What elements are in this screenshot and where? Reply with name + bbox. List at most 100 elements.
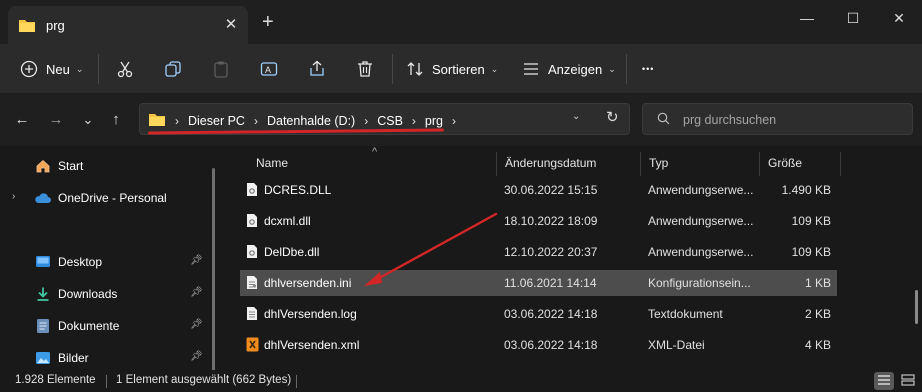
toolbar-divider [626, 54, 627, 84]
address-history-dropdown[interactable]: ⌄ [572, 111, 580, 122]
maximize-button[interactable]: ☐ [830, 4, 876, 32]
more-options-button[interactable]: ••• [642, 54, 654, 84]
recent-locations-button[interactable]: ⌄ [78, 110, 98, 130]
file-name: DCRES.DLL [264, 183, 332, 197]
download-icon [34, 285, 52, 303]
column-divider[interactable] [496, 152, 497, 176]
back-button[interactable]: ← [12, 110, 32, 130]
chevron-right-icon[interactable]: › [12, 191, 15, 202]
breadcrumb-separator[interactable]: › [452, 114, 456, 128]
rename-button[interactable]: A [260, 54, 278, 84]
close-button[interactable]: ✕ [876, 4, 922, 32]
scissors-icon [116, 60, 134, 78]
search-input[interactable] [683, 110, 903, 130]
chevron-down-icon: ⌄ [608, 63, 616, 74]
table-row[interactable]: DelDbe.dll 12.10.2022 20:37 Anwendungser… [240, 239, 837, 265]
file-date: 11.06.2021 14:14 [504, 276, 597, 290]
sidebar-item-start[interactable]: Start [0, 152, 210, 180]
xml-icon [246, 337, 259, 355]
status-bar: 1.928 Elemente 1 Element ausgewählt (662… [0, 370, 922, 392]
folder-icon [18, 17, 36, 36]
file-name: dhlVersenden.log [264, 307, 357, 321]
sidebar-item-desktop[interactable]: Desktop 📌︎ [0, 248, 210, 276]
desktop-icon [34, 253, 52, 271]
status-divider [106, 375, 107, 388]
navigation-bar: ← → ⌄ ↑ › Dieser PC › Datenhalde (D:) › … [0, 94, 922, 146]
sidebar-item-label: Bilder [58, 351, 89, 365]
sort-button[interactable]: Sortieren ⌄ [406, 54, 498, 84]
file-date: 18.10.2022 18:09 [504, 214, 598, 228]
column-header-name[interactable]: Name [256, 156, 288, 176]
breadcrumb-item[interactable]: Datenhalde (D:) [267, 114, 355, 128]
breadcrumb-item[interactable]: prg [425, 114, 443, 128]
cloud-icon [34, 189, 52, 207]
column-divider[interactable] [840, 152, 841, 176]
tab-prg[interactable]: prg ✕ [8, 6, 248, 44]
sidebar-item-onedrive[interactable]: › OneDrive - Personal [0, 184, 210, 212]
file-size: 1 KB [804, 276, 831, 290]
tiles-view-button[interactable] [898, 372, 918, 390]
breadcrumb-separator[interactable]: › [412, 114, 416, 128]
plus-circle-icon [20, 60, 38, 78]
folder-icon [148, 112, 166, 130]
file-date: 30.06.2022 15:15 [504, 183, 598, 197]
new-button[interactable]: Neu ⌄ [20, 54, 83, 84]
file-list-scrollbar[interactable] [915, 290, 918, 324]
delete-button[interactable] [356, 54, 374, 84]
document-icon [34, 317, 52, 335]
item-count: 1.928 Elemente [15, 374, 96, 386]
column-divider[interactable] [640, 152, 641, 176]
toolbar-divider [98, 54, 99, 84]
search-box[interactable] [642, 103, 913, 135]
minimize-button[interactable]: — [784, 4, 830, 32]
file-type: XML-Datei [648, 338, 705, 352]
column-header-size[interactable]: Größe [768, 156, 802, 176]
forward-button[interactable]: → [46, 110, 66, 130]
paste-button[interactable] [212, 54, 230, 84]
breadcrumb-item[interactable]: CSB [377, 114, 403, 128]
breadcrumb-separator[interactable]: › [364, 114, 368, 128]
table-row[interactable]: dhlVersenden.xml 03.06.2022 14:18 XML-Da… [240, 332, 837, 358]
dll-icon [246, 213, 258, 231]
selection-info: 1 Element ausgewählt (662 Bytes) [116, 374, 292, 386]
breadcrumb: › Dieser PC › Datenhalde (D:) › CSB › pr… [148, 112, 465, 130]
pin-icon: 📌︎ [190, 351, 203, 362]
tab-title: prg [46, 18, 65, 33]
sidebar-item-downloads[interactable]: Downloads 📌︎ [0, 280, 210, 308]
up-button[interactable]: ↑ [106, 110, 126, 130]
view-button[interactable]: Anzeigen ⌄ [522, 54, 616, 84]
sort-icon [406, 60, 424, 78]
sidebar-item-label: Dokumente [58, 319, 120, 333]
file-size: 1.490 KB [781, 183, 831, 197]
column-header-date[interactable]: Änderungsdatum [505, 156, 596, 176]
sidebar-scrollbar[interactable] [212, 168, 215, 378]
copy-button[interactable] [164, 54, 182, 84]
chevron-down-icon: ⌄ [75, 63, 84, 74]
sidebar-item-documents[interactable]: Dokumente 📌︎ [0, 312, 210, 340]
share-button[interactable] [308, 54, 326, 84]
breadcrumb-item[interactable]: Dieser PC [188, 114, 245, 128]
details-view-button[interactable] [874, 372, 894, 390]
sidebar-item-pictures[interactable]: Bilder 📌︎ [0, 344, 210, 372]
pin-icon: 📌︎ [190, 255, 203, 266]
search-icon [657, 112, 670, 128]
title-bar: prg ✕ + — ☐ ✕ [0, 0, 922, 44]
tab-close-button[interactable]: ✕ [220, 14, 242, 36]
toolbar-divider [392, 54, 393, 84]
refresh-button[interactable]: ↻ [606, 108, 619, 126]
table-row[interactable]: dcxml.dll 18.10.2022 18:09 Anwendungserw… [240, 208, 837, 234]
svg-text:A: A [265, 65, 271, 75]
file-name: dhlversenden.ini [264, 276, 352, 290]
table-row-selected[interactable]: dhlversenden.ini 11.06.2021 14:14 Konfig… [240, 270, 837, 296]
column-header-type[interactable]: Typ [649, 156, 668, 176]
table-row[interactable]: dhlVersenden.log 03.06.2022 14:18 Textdo… [240, 301, 837, 327]
cut-button[interactable] [116, 54, 134, 84]
file-size: 109 KB [791, 245, 831, 259]
pin-icon: 📌︎ [190, 287, 203, 298]
new-tab-button[interactable]: + [262, 12, 274, 32]
table-row[interactable]: DCRES.DLL 30.06.2022 15:15 Anwendungserw… [240, 177, 837, 203]
column-divider[interactable] [759, 152, 760, 176]
file-type: Anwendungserwe... [648, 183, 754, 197]
file-name: dcxml.dll [264, 214, 311, 228]
breadcrumb-separator[interactable]: › [254, 114, 258, 128]
